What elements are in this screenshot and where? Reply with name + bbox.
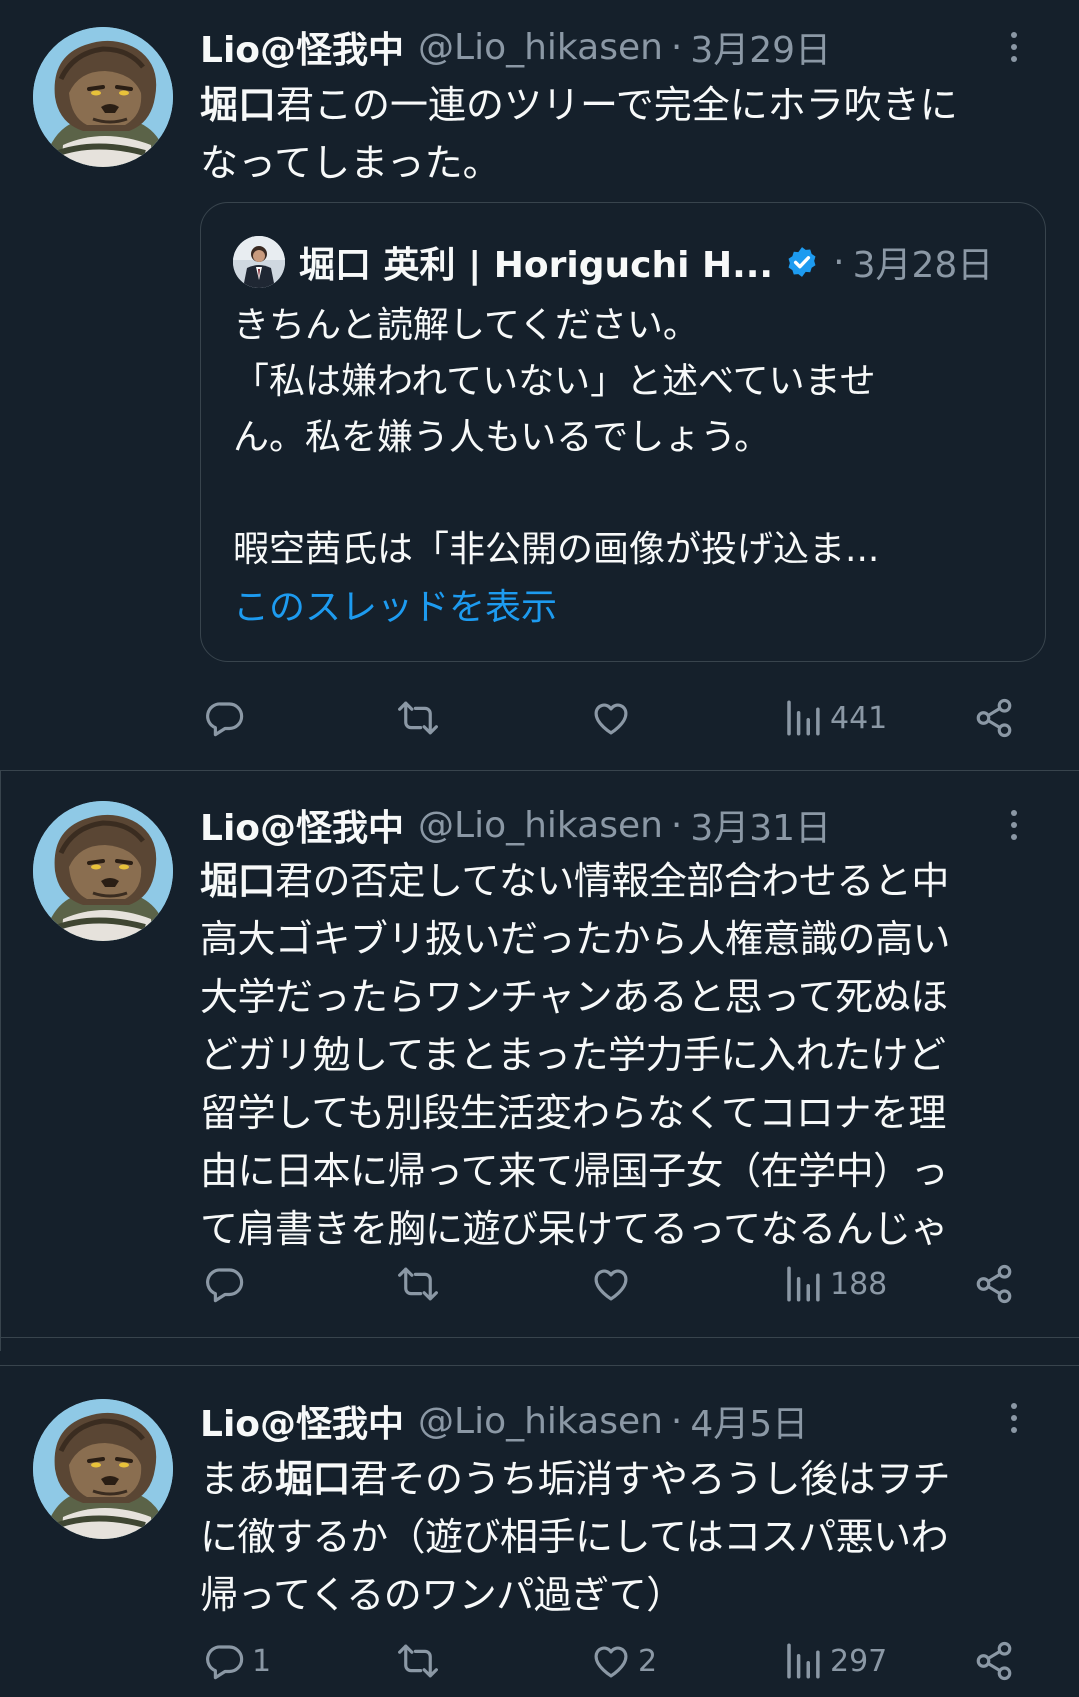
avatar[interactable]: [33, 801, 173, 941]
action-bar: 188: [0, 1254, 1079, 1314]
separator-dot: ·: [670, 1400, 683, 1442]
avatar[interactable]: [33, 27, 173, 167]
mention-bold: 堀口: [200, 859, 276, 903]
tweet-text: 堀口君この一連のツリーで完全にホラ吹きに なってしまった。: [200, 76, 1050, 192]
share-icon: [976, 1641, 1012, 1681]
tweet-text-pre: まあ: [200, 1457, 276, 1501]
quoted-date[interactable]: 3月28日: [853, 236, 994, 288]
divider: [0, 771, 1, 1351]
tweet[interactable]: Lio@怪我中 @Lio_hikasen · 3月29日 堀口君この一連のツリー…: [0, 0, 1079, 770]
tweet[interactable]: Lio@怪我中 @Lio_hikasen · 4月5日 まあ堀口君そのうち垢消す…: [0, 1366, 1079, 1697]
author-handle[interactable]: @Lio_hikasen: [418, 27, 663, 68]
views-button[interactable]: 441: [782, 688, 887, 748]
tweet-text-rest: 君この一連のツリーで完全にホラ吹きに なってしまった。: [200, 83, 958, 185]
share-icon: [976, 1264, 1012, 1304]
like-button[interactable]: 2: [590, 1631, 657, 1691]
more-icon[interactable]: [999, 27, 1029, 67]
heart-icon: [594, 703, 628, 735]
author-handle[interactable]: @Lio_hikasen: [418, 1401, 663, 1442]
reply-count: 1: [252, 1643, 272, 1679]
views-button[interactable]: 188: [782, 1254, 887, 1314]
views-icon: [787, 1643, 820, 1679]
reply-button[interactable]: [204, 688, 252, 748]
reply-button[interactable]: 1: [204, 1631, 271, 1691]
verified-badge-icon: [788, 247, 816, 277]
separator-dot: ·: [670, 804, 683, 846]
quoted-header: 堀口 英利 | Horiguchi H... · 3月28日: [299, 233, 993, 291]
retweet-button[interactable]: [397, 688, 445, 748]
tweet-header: Lio@怪我中 @Lio_hikasen · 3月29日: [200, 20, 831, 74]
divider: [0, 1337, 1079, 1338]
like-count: 2: [638, 1643, 658, 1679]
separator-dot: ·: [670, 26, 683, 68]
views-count: 441: [830, 700, 888, 736]
more-icon[interactable]: [999, 1398, 1029, 1438]
views-button[interactable]: 297: [782, 1631, 887, 1691]
retweet-icon: [398, 1267, 438, 1301]
reply-icon: [206, 1268, 244, 1303]
quoted-text: きちんと読解してください。 「私は嫌われていない」と述べていませ ん。私を嫌う人…: [233, 305, 880, 570]
action-bar: 1 2 297: [0, 1631, 1079, 1691]
views-count: 297: [830, 1643, 888, 1679]
action-bar: 441: [0, 688, 1079, 748]
tweet-date[interactable]: 3月29日: [690, 21, 831, 73]
retweet-button[interactable]: [397, 1254, 445, 1314]
lion-avatar-image: [33, 27, 173, 167]
tweet-date[interactable]: 3月31日: [690, 799, 831, 851]
share-button[interactable]: [973, 1254, 1015, 1314]
reply-button[interactable]: [204, 1254, 252, 1314]
tweet-text-rest: 君の否定してない情報全部合わせると中 高大ゴキブリ扱いだったから人権意識の高い …: [200, 859, 951, 1251]
heart-icon: [594, 1269, 628, 1301]
retweet-icon: [398, 701, 438, 735]
mention-bold: 堀口: [275, 1457, 351, 1501]
share-button[interactable]: [973, 1631, 1015, 1691]
reply-icon: [206, 1645, 244, 1680]
more-icon[interactable]: [999, 805, 1029, 845]
reply-icon: [206, 702, 244, 737]
tweet-text: 堀口君の否定してない情報全部合わせると中 高大ゴキブリ扱いだったから人権意識の高…: [200, 852, 1050, 1258]
lion-avatar-image: [33, 1399, 173, 1539]
tweet-header: Lio@怪我中 @Lio_hikasen · 3月31日: [200, 798, 831, 852]
like-button[interactable]: [590, 688, 638, 748]
views-icon: [787, 700, 820, 736]
separator-dot: ·: [833, 241, 845, 283]
heart-icon: [594, 1646, 628, 1678]
retweet-icon: [398, 1644, 438, 1678]
author-handle[interactable]: @Lio_hikasen: [418, 805, 663, 846]
lion-avatar-image: [33, 801, 173, 941]
tweet-date[interactable]: 4月5日: [690, 1395, 808, 1447]
views-icon: [787, 1266, 820, 1302]
avatar[interactable]: [33, 1399, 173, 1539]
show-thread-link[interactable]: このスレッドを表示: [233, 578, 557, 630]
mention-bold: 堀口: [200, 83, 277, 127]
quoted-avatar: [233, 236, 285, 288]
share-icon: [976, 698, 1012, 738]
views-count: 188: [830, 1266, 888, 1302]
quoted-tweet[interactable]: 堀口 英利 | Horiguchi H... · 3月28日 きちんと読解してく…: [200, 202, 1046, 662]
tweet-header: Lio@怪我中 @Lio_hikasen · 4月5日: [200, 1394, 808, 1448]
quoted-author-name[interactable]: 堀口 英利 | Horiguchi H...: [299, 236, 773, 288]
author-name[interactable]: Lio@怪我中: [200, 1395, 404, 1447]
author-name[interactable]: Lio@怪我中: [200, 21, 404, 73]
tweet[interactable]: Lio@怪我中 @Lio_hikasen · 3月31日 堀口君の否定してない情…: [0, 771, 1079, 1337]
like-button[interactable]: [590, 1254, 638, 1314]
tweet-text: まあ堀口君そのうち垢消すやろうし後はヲチ に徹するか（遊び相手にしてはコスパ悪い…: [200, 1450, 1050, 1624]
share-button[interactable]: [973, 688, 1015, 748]
author-name[interactable]: Lio@怪我中: [200, 799, 404, 851]
retweet-button[interactable]: [397, 1631, 445, 1691]
